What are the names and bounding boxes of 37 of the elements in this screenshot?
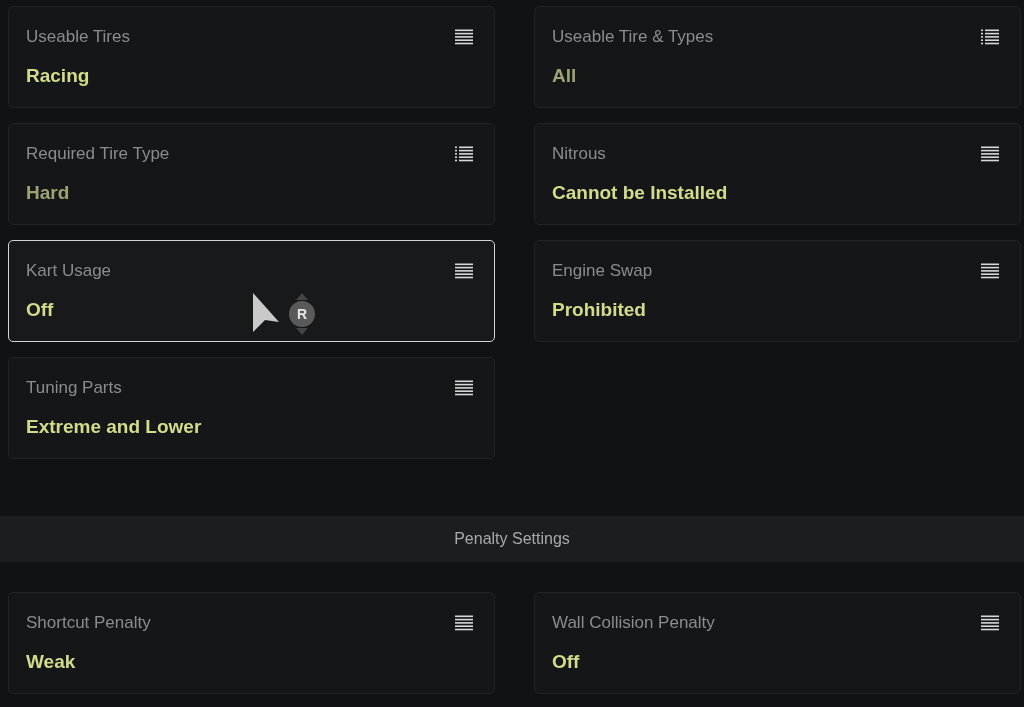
setting-value: Cannot be Installed bbox=[552, 182, 728, 204]
setting-card[interactable]: Kart Usage Off R bbox=[8, 240, 495, 342]
setting-value: Off bbox=[26, 299, 54, 321]
setting-value: Prohibited bbox=[552, 299, 646, 321]
menu-icon[interactable] bbox=[980, 146, 1000, 162]
setting-label: Useable Tire & Types bbox=[552, 27, 714, 47]
setting-card[interactable]: Nitrous Cannot be Installed bbox=[534, 123, 1021, 225]
setting-label: Wall Collision Penalty bbox=[552, 613, 715, 633]
setting-value: Hard bbox=[26, 182, 70, 204]
setting-card[interactable]: Wall Collision Penalty Off bbox=[534, 592, 1021, 694]
setting-label: Tuning Parts bbox=[26, 378, 122, 398]
setting-label: Required Tire Type bbox=[26, 144, 170, 164]
menu-icon[interactable] bbox=[980, 615, 1000, 631]
setting-value: Racing bbox=[26, 65, 90, 87]
r-button-icon: R bbox=[289, 301, 315, 327]
setting-card[interactable]: Tuning Parts Extreme and Lower bbox=[8, 357, 495, 459]
setting-label: Nitrous bbox=[552, 144, 606, 164]
setting-value: Off bbox=[552, 651, 580, 673]
up-triangle-icon bbox=[296, 293, 308, 300]
menu-icon[interactable] bbox=[454, 615, 474, 631]
menu-icon[interactable] bbox=[454, 380, 474, 396]
section-title: Penalty Settings bbox=[454, 530, 570, 548]
setting-value: Weak bbox=[26, 651, 76, 673]
down-triangle-icon bbox=[296, 328, 308, 335]
setting-label: Useable Tires bbox=[26, 27, 130, 47]
setting-label: Engine Swap bbox=[552, 261, 653, 281]
setting-value: Extreme and Lower bbox=[26, 416, 202, 438]
setting-card[interactable]: Engine Swap Prohibited bbox=[534, 240, 1021, 342]
cursor-arrow-icon bbox=[251, 292, 281, 332]
menu-icon[interactable] bbox=[454, 29, 474, 45]
setting-label: Kart Usage bbox=[26, 261, 112, 281]
setting-label: Shortcut Penalty bbox=[26, 613, 151, 633]
menu-icon[interactable] bbox=[454, 263, 474, 279]
setting-card[interactable]: Shortcut Penalty Weak bbox=[8, 592, 495, 694]
setting-value: All bbox=[552, 65, 577, 87]
setting-card[interactable]: Useable Tires Racing bbox=[8, 6, 495, 108]
menu-icon[interactable] bbox=[980, 263, 1000, 279]
